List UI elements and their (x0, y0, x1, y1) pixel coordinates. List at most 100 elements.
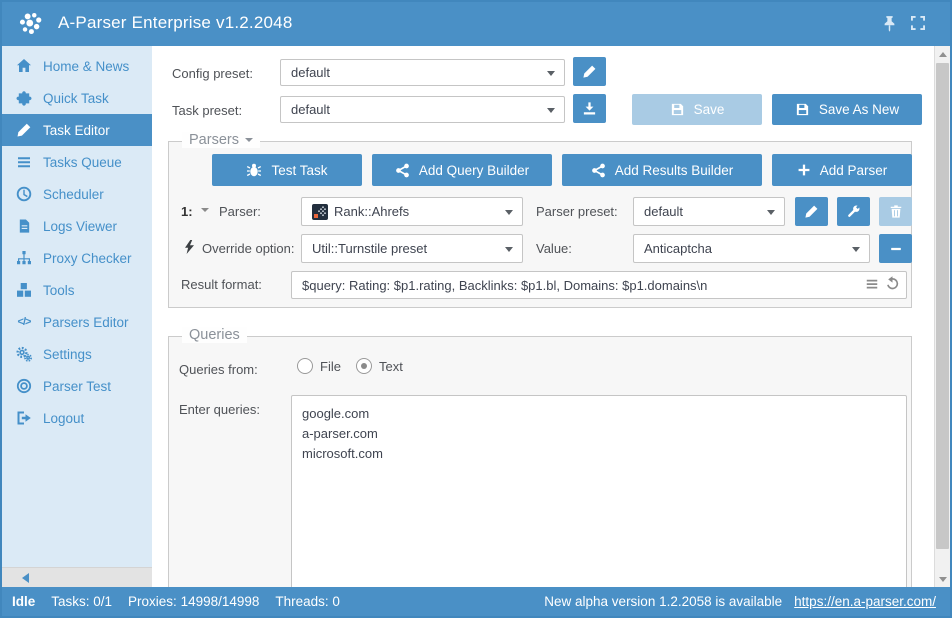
parser-preset-label: Parser preset: (536, 204, 618, 219)
update-message: New alpha version 1.2.2058 is available (544, 594, 782, 609)
a-parser-logo-icon (17, 11, 43, 37)
test-task-button[interactable]: Test Task (212, 154, 362, 186)
parsers-section: Parsers Test Task Add Query Builder Add … (168, 141, 912, 308)
sidebar-item-label: Settings (43, 347, 92, 362)
save-as-new-button[interactable]: Save As New (772, 94, 922, 125)
wrench-icon (846, 204, 861, 219)
update-link[interactable]: https://en.a-parser.com/ (794, 594, 936, 609)
pencil-icon (15, 122, 33, 138)
sidebar-item-tools[interactable]: Tools (2, 274, 152, 306)
value-label: Value: (536, 241, 572, 256)
override-option-label: Override option: (202, 241, 295, 256)
vertical-scrollbar[interactable] (934, 46, 950, 587)
sidebar-item-quick-task[interactable]: Quick Task (2, 82, 152, 114)
add-results-builder-button[interactable]: Add Results Builder (562, 154, 762, 186)
edit-config-preset-button[interactable] (573, 57, 606, 86)
clock-icon (15, 186, 33, 202)
sidebar-item-parsers-editor[interactable]: </> Parsers Editor (2, 306, 152, 338)
sitemap-icon (15, 250, 33, 266)
task-preset-label: Task preset: (172, 103, 242, 118)
result-format-input[interactable] (291, 271, 907, 299)
add-parser-button[interactable]: Add Parser (772, 154, 912, 186)
floppy-icon (795, 102, 810, 117)
chevron-down-icon (547, 71, 555, 76)
logout-icon (15, 410, 33, 426)
header-bar: A-Parser Enterprise v1.2.2048 (2, 2, 950, 46)
edit-parser-preset-button[interactable] (795, 197, 828, 226)
enter-queries-label: Enter queries: (179, 402, 260, 417)
sidebar-item-label: Tasks Queue (43, 155, 122, 170)
collapse-sidebar-button[interactable] (2, 567, 152, 587)
code-icon: </> (15, 316, 33, 328)
share-icon (591, 163, 606, 178)
cubes-icon (15, 282, 33, 298)
sidebar-item-label: Tools (43, 283, 75, 298)
add-query-builder-button[interactable]: Add Query Builder (372, 154, 552, 186)
pin-icon[interactable] (881, 15, 898, 32)
pencil-icon (582, 64, 597, 79)
collapse-arrow-icon (22, 573, 29, 583)
chevron-down-icon (245, 138, 253, 142)
task-preset-select[interactable]: default (280, 96, 565, 123)
chevron-down-icon (547, 108, 555, 113)
bug-icon (246, 162, 262, 178)
menu-icon[interactable] (865, 277, 879, 291)
sidebar-item-scheduler[interactable]: Scheduler (2, 178, 152, 210)
list-icon (15, 154, 33, 170)
arrow-down-icon (939, 577, 947, 582)
sidebar-item-settings[interactable]: Settings (2, 338, 152, 370)
queries-legend: Queries (182, 327, 247, 343)
parser-preset-select[interactable]: default (633, 197, 785, 226)
file-icon (15, 218, 33, 234)
sidebar-item-label: Scheduler (43, 187, 104, 202)
sidebar-item-proxy-checker[interactable]: Proxy Checker (2, 242, 152, 274)
sidebar-item-tasks-queue[interactable]: Tasks Queue (2, 146, 152, 178)
sidebar-item-logout[interactable]: Logout (2, 402, 152, 434)
sidebar-item-label: Quick Task (43, 91, 109, 106)
queries-from-file-radio[interactable]: File (297, 358, 341, 374)
radio-selected-icon (356, 358, 372, 374)
queries-from-label: Queries from: (179, 362, 258, 377)
window-title: A-Parser Enterprise v1.2.2048 (58, 13, 292, 33)
gears-icon (15, 346, 33, 362)
config-preset-select[interactable]: default (280, 59, 565, 86)
override-value-select[interactable]: Anticaptcha (633, 234, 870, 263)
parser-label: Parser: (219, 204, 261, 219)
sidebar-item-parser-test[interactable]: Parser Test (2, 370, 152, 402)
parsers-legend[interactable]: Parsers (182, 132, 260, 148)
download-icon (582, 101, 597, 116)
scrollbar-thumb[interactable] (936, 63, 949, 549)
arrow-up-icon (939, 52, 947, 57)
save-button[interactable]: Save (632, 94, 762, 125)
app-window: A-Parser Enterprise v1.2.2048 Home & New… (0, 0, 952, 618)
sidebar-item-logs-viewer[interactable]: Logs Viewer (2, 210, 152, 242)
remove-override-button[interactable] (879, 234, 912, 263)
override-option-select[interactable]: Util::Turnstile preset (301, 234, 523, 263)
sidebar-item-task-editor[interactable]: Task Editor (2, 114, 152, 146)
parser-options-button[interactable] (837, 197, 870, 226)
minus-icon (889, 242, 903, 256)
trash-icon (889, 204, 903, 219)
undo-icon[interactable] (885, 276, 900, 291)
config-preset-label: Config preset: (172, 66, 253, 81)
scroll-down-button[interactable] (935, 571, 950, 587)
load-task-preset-button[interactable] (573, 94, 606, 123)
queries-textarea[interactable]: google.com a-parser.com microsoft.com (291, 395, 907, 587)
main-content: Config preset: default Task preset: defa… (152, 46, 934, 587)
scroll-up-button[interactable] (935, 46, 950, 62)
chevron-down-icon (505, 247, 513, 252)
sidebar-item-home-news[interactable]: Home & News (2, 50, 152, 82)
sidebar-item-label: Home & News (43, 59, 129, 74)
chevron-down-icon (505, 210, 513, 215)
fullscreen-icon[interactable] (910, 15, 926, 31)
sidebar-item-label: Proxy Checker (43, 251, 132, 266)
row-collapse-icon[interactable] (201, 208, 209, 212)
plus-icon (797, 163, 811, 177)
floppy-icon (670, 102, 685, 117)
status-bar: Idle Tasks: 0/1 Proxies: 14998/14998 Thr… (2, 587, 950, 616)
parser-select[interactable]: Rank::Ahrefs (301, 197, 523, 226)
sidebar-item-label: Logout (43, 411, 84, 426)
delete-parser-button[interactable] (879, 197, 912, 226)
queries-from-text-radio[interactable]: Text (356, 358, 403, 374)
home-icon (15, 58, 33, 74)
